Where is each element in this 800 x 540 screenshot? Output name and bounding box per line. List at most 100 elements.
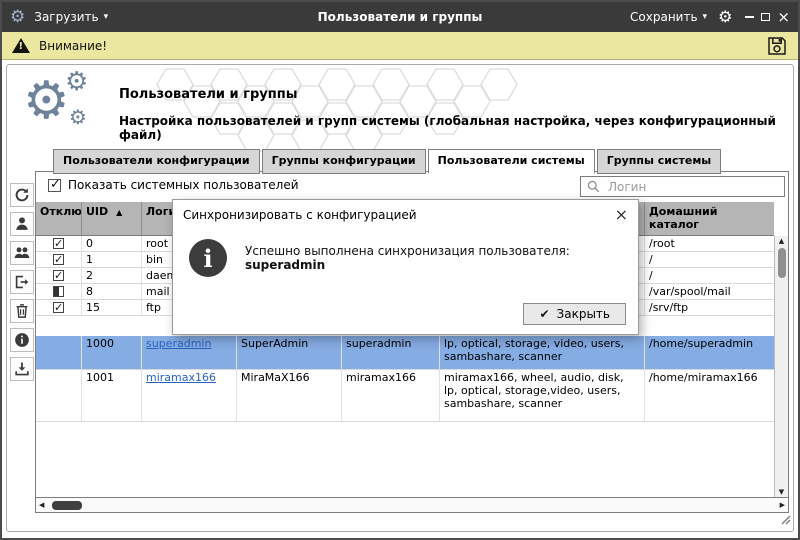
scroll-right-arrow[interactable]: ▶: [780, 500, 785, 510]
check-icon: ✔: [539, 307, 549, 321]
gear-icon: ⚙: [65, 69, 88, 95]
cell-disabled: [36, 284, 82, 299]
resize-grip[interactable]: [779, 510, 791, 529]
export-button[interactable]: [10, 270, 34, 294]
user-icon-button[interactable]: [10, 212, 34, 236]
cell-uid: 8: [82, 284, 142, 299]
load-menu-label: Загрузить: [34, 10, 98, 24]
cell-groups: lp, optical, storage, video, users, samb…: [440, 336, 645, 369]
gear-icon: ⚙: [69, 107, 87, 127]
save-menu-button[interactable]: Сохранить ▾: [630, 10, 707, 24]
dialog-message-highlight: superadmin: [245, 258, 325, 272]
login-link[interactable]: superadmin: [146, 337, 211, 350]
header-home-dir[interactable]: Домашний каталог: [645, 202, 774, 235]
disabled-partial-icon[interactable]: [53, 286, 64, 297]
users-group-button[interactable]: [10, 241, 34, 265]
cell-uid: 15: [82, 300, 142, 315]
disabled-checkbox[interactable]: [53, 302, 64, 313]
cell-login: miramax166: [142, 370, 237, 421]
horizontal-scrollbar[interactable]: ◀ ▶: [36, 497, 788, 512]
cell-full-name: SuperAdmin: [237, 336, 342, 369]
scroll-up-arrow[interactable]: ▲: [779, 236, 784, 246]
search-icon: [586, 179, 601, 194]
disabled-checkbox[interactable]: [53, 254, 64, 265]
login-link[interactable]: miramax166: [146, 371, 216, 384]
cell-disabled: [36, 236, 82, 251]
cell-uid: 1000: [82, 336, 142, 369]
cell-home-dir: /: [645, 252, 774, 267]
minimize-button[interactable]: [745, 16, 754, 18]
horizontal-scroll-thumb[interactable]: [52, 501, 82, 510]
header-disabled[interactable]: Отключ: [36, 202, 82, 235]
info-circle-icon: i: [189, 239, 227, 277]
show-system-users-checkbox[interactable]: Показать системных пользователей: [48, 178, 299, 192]
delete-button[interactable]: [10, 299, 34, 323]
vertical-scrollbar[interactable]: ▲ ▼: [774, 236, 788, 497]
horizontal-scroll-track[interactable]: [44, 501, 779, 510]
cell-uid: 1001: [82, 370, 142, 421]
cell-disabled: [36, 336, 82, 369]
dialog-close-icon[interactable]: ×: [615, 207, 628, 223]
caret-down-icon: ▾: [703, 13, 708, 22]
maximize-button[interactable]: [761, 13, 770, 21]
tab-bar: Пользователи конфигурации Группы конфигу…: [53, 149, 723, 174]
dialog-header: Синхронизировать с конфигурацией ×: [173, 200, 638, 223]
titlebar: ⚙ Загрузить ▾ Пользователи и группы Сохр…: [2, 2, 798, 32]
cell-login: superadmin: [142, 336, 237, 369]
load-menu-button[interactable]: Загрузить ▾: [34, 10, 108, 24]
action-sidebar: [9, 183, 35, 381]
cell-home-dir: /var/spool/mail: [645, 284, 774, 299]
cell-home-dir: /root: [645, 236, 774, 251]
header-uid-label: UID: [86, 205, 108, 218]
cell-groups: miramax166, wheel, audio, disk, lp, opti…: [440, 370, 645, 421]
dialog-footer: ✔ Закрыть: [523, 303, 626, 325]
sort-ascending-icon: ▲: [116, 208, 122, 217]
dialog-message: Успешно выполнена синхронизация пользова…: [245, 244, 624, 272]
search-input[interactable]: [606, 179, 779, 195]
warning-text: Внимание!: [39, 39, 107, 53]
download-button[interactable]: [10, 357, 34, 381]
cell-home-dir: /srv/ftp: [645, 300, 774, 315]
header-uid[interactable]: UID ▲: [82, 202, 142, 235]
info-button[interactable]: [10, 328, 34, 352]
tab-system-groups[interactable]: Группы системы: [597, 149, 722, 174]
cell-primary-group: superadmin: [342, 336, 440, 369]
tab-users-config[interactable]: Пользователи конфигурации: [53, 149, 260, 174]
disabled-checkbox[interactable]: [53, 238, 64, 249]
app-logo-gear-icon: ⚙: [10, 9, 25, 26]
vertical-scroll-thumb[interactable]: [778, 248, 786, 278]
cell-disabled: [36, 370, 82, 421]
cell-disabled: [36, 268, 82, 283]
close-window-button[interactable]: ×: [777, 10, 790, 25]
scroll-down-arrow[interactable]: ▼: [779, 487, 784, 497]
cell-disabled: [36, 252, 82, 267]
warning-triangle-icon: !: [12, 38, 30, 53]
cell-uid: 2: [82, 268, 142, 283]
dialog-title: Синхронизировать с конфигурацией: [183, 208, 417, 222]
dialog-close-button-label: Закрыть: [557, 307, 610, 321]
dialog-message-text: Успешно выполнена синхронизация пользова…: [245, 244, 570, 258]
caret-down-icon: ▾: [104, 13, 109, 22]
cell-uid: 0: [82, 236, 142, 251]
warning-bar: ! Внимание!: [2, 32, 798, 60]
cell-full-name: MiraMaX166: [237, 370, 342, 421]
disabled-checkbox[interactable]: [53, 270, 64, 281]
sync-dialog: Синхронизировать с конфигурацией × i Усп…: [172, 199, 639, 335]
dialog-close-button[interactable]: ✔ Закрыть: [523, 303, 626, 325]
save-floppy-icon[interactable]: [766, 35, 788, 57]
cell-home-dir: /: [645, 268, 774, 283]
tab-groups-config[interactable]: Группы конфигурации: [262, 149, 426, 174]
page-subtitle: Настройка пользователей и групп системы …: [119, 114, 793, 142]
tab-system-users[interactable]: Пользователи системы: [428, 149, 595, 174]
search-box: [580, 176, 785, 197]
show-system-users-label: Показать системных пользователей: [68, 178, 299, 192]
checkbox-check-icon: [48, 179, 61, 192]
refresh-button[interactable]: [10, 183, 34, 207]
table-row-superadmin[interactable]: 1000 superadmin SuperAdmin superadmin lp…: [36, 336, 774, 370]
page-title: Пользователи и группы: [119, 87, 297, 102]
cell-home-dir: /home/miramax166: [645, 370, 774, 421]
cell-primary-group: miramax166: [342, 370, 440, 421]
page-gears-logo: ⚙ ⚙ ⚙: [23, 75, 103, 139]
settings-gear-icon[interactable]: ⚙: [718, 9, 732, 25]
table-row-miramax166[interactable]: 1001 miramax166 MiraMaX166 miramax166 mi…: [36, 370, 774, 422]
